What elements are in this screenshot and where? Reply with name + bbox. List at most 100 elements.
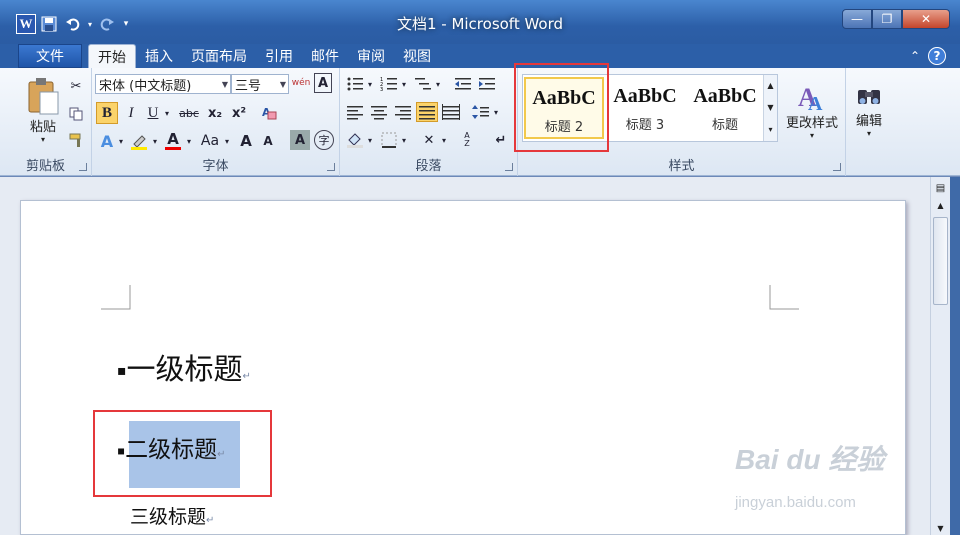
decrease-indent-icon[interactable] bbox=[452, 74, 474, 94]
justify-icon[interactable] bbox=[416, 102, 438, 122]
change-styles-button[interactable]: AA 更改样式 ▾ bbox=[782, 72, 842, 148]
heading-1-text: 一级标题 bbox=[126, 352, 243, 386]
tab-mailings[interactable]: 邮件 bbox=[302, 44, 348, 68]
gallery-more-icon[interactable]: ▾ bbox=[764, 119, 777, 141]
group-editing: 编辑 ▾ bbox=[846, 68, 892, 176]
clear-formatting-icon[interactable]: A bbox=[258, 102, 280, 124]
editing-button[interactable]: 编辑 ▾ bbox=[850, 72, 888, 148]
help-icon[interactable]: ? bbox=[928, 47, 946, 65]
scroll-down-icon[interactable]: ▼ bbox=[931, 524, 950, 533]
scroll-thumb[interactable] bbox=[933, 217, 948, 305]
font-size-select[interactable]: 三号 ▼ bbox=[231, 74, 289, 94]
svg-text:3: 3 bbox=[380, 87, 383, 92]
font-color-letter: A bbox=[167, 130, 179, 148]
font-name-select[interactable]: 宋体 (中文标题) ▼ bbox=[95, 74, 231, 94]
bold-button[interactable]: B bbox=[96, 102, 118, 124]
chevron-down-icon[interactable]: ▾ bbox=[400, 74, 408, 94]
minimize-button[interactable]: — bbox=[842, 9, 872, 29]
style-item-heading-3[interactable]: AaBbC 标题 3 bbox=[605, 77, 685, 139]
heading-1-line[interactable]: ▪一级标题↵ bbox=[117, 346, 251, 388]
maximize-button[interactable]: ❐ bbox=[872, 9, 902, 29]
grow-font-button[interactable]: A bbox=[236, 130, 256, 152]
chevron-down-icon[interactable]: ▾ bbox=[116, 130, 126, 152]
chevron-down-icon[interactable]: ▾ bbox=[184, 130, 194, 152]
align-left-icon[interactable] bbox=[344, 102, 366, 122]
highlight-color-icon[interactable] bbox=[128, 130, 150, 152]
increase-indent-icon[interactable] bbox=[476, 74, 498, 94]
tab-insert[interactable]: 插入 bbox=[136, 44, 182, 68]
chevron-down-icon: ▼ bbox=[221, 80, 228, 89]
sort-icon[interactable]: AZ bbox=[456, 130, 478, 150]
character-shading-button[interactable]: A bbox=[290, 130, 310, 150]
paragraph-mark-icon: ↵ bbox=[242, 371, 251, 382]
multilevel-list-icon[interactable] bbox=[412, 74, 434, 94]
italic-button[interactable]: I bbox=[122, 102, 140, 124]
clipboard-launcher-icon[interactable] bbox=[79, 163, 87, 171]
tab-view[interactable]: 视图 bbox=[394, 44, 440, 68]
change-case-button[interactable]: Aa bbox=[198, 130, 222, 152]
tab-file[interactable]: 文件 bbox=[18, 44, 82, 68]
strikethrough-button[interactable]: abc bbox=[176, 102, 202, 124]
tab-page-layout[interactable]: 页面布局 bbox=[182, 44, 256, 68]
close-button[interactable]: ✕ bbox=[902, 9, 950, 29]
chevron-down-icon[interactable]: ▾ bbox=[366, 130, 374, 150]
style-item-title[interactable]: AaBbC 标题 bbox=[685, 77, 765, 139]
format-painter-icon[interactable] bbox=[66, 130, 86, 150]
chevron-down-icon[interactable]: ▾ bbox=[150, 130, 160, 152]
character-border-icon[interactable]: A bbox=[314, 73, 332, 93]
font-launcher-icon[interactable] bbox=[327, 163, 335, 171]
font-color-icon[interactable]: A bbox=[162, 130, 184, 152]
chevron-down-icon[interactable]: ▾ bbox=[434, 74, 442, 94]
chevron-down-icon[interactable]: ▾ bbox=[492, 102, 500, 122]
window-controls: — ❐ ✕ bbox=[842, 9, 950, 29]
show-marks-icon[interactable]: ↵ bbox=[490, 130, 512, 150]
cut-icon[interactable]: ✂ bbox=[66, 76, 86, 96]
line-spacing-icon[interactable] bbox=[470, 102, 492, 122]
tab-review[interactable]: 审阅 bbox=[348, 44, 394, 68]
underline-button[interactable]: U bbox=[144, 102, 162, 124]
scroll-up-icon[interactable]: ▲ bbox=[931, 201, 950, 215]
superscript-button[interactable]: x² bbox=[228, 102, 250, 124]
scroll-up-icon[interactable]: ▲ bbox=[764, 75, 777, 97]
borders-icon[interactable] bbox=[378, 130, 400, 150]
wen-phonetic-icon[interactable]: wén bbox=[292, 73, 311, 93]
scroll-down-icon[interactable]: ▼ bbox=[764, 97, 777, 119]
copy-icon[interactable] bbox=[66, 104, 86, 124]
heading-3-line[interactable]: 三级标题↵ bbox=[130, 502, 214, 529]
chevron-down-icon[interactable]: ▾ bbox=[440, 130, 448, 150]
tab-row-right: ⌃ ? bbox=[910, 47, 946, 65]
styles-group-label: 样式 bbox=[668, 159, 695, 174]
numbering-icon[interactable]: 123 bbox=[378, 74, 400, 94]
tab-home[interactable]: 开始 bbox=[88, 44, 136, 68]
chevron-down-icon: ▾ bbox=[866, 129, 871, 138]
watermark-url: jingyan.baidu.com bbox=[735, 494, 856, 511]
chinese-layout-icon[interactable]: ✕ bbox=[418, 130, 440, 150]
bullets-icon[interactable] bbox=[344, 74, 366, 94]
shrink-font-button[interactable]: A bbox=[258, 130, 278, 152]
paste-button[interactable]: 粘贴 ▾ bbox=[22, 72, 64, 148]
styles-launcher-icon[interactable] bbox=[833, 163, 841, 171]
align-right-icon[interactable] bbox=[392, 102, 414, 122]
chevron-down-icon[interactable]: ▾ bbox=[400, 130, 408, 150]
gallery-scroll[interactable]: ▲ ▼ ▾ bbox=[763, 75, 777, 141]
tab-references[interactable]: 引用 bbox=[256, 44, 302, 68]
paragraph-group-label: 段落 bbox=[415, 159, 442, 174]
align-center-icon[interactable] bbox=[368, 102, 390, 122]
chevron-down-icon[interactable]: ▾ bbox=[366, 74, 374, 94]
paragraph-launcher-icon[interactable] bbox=[505, 163, 513, 171]
enclose-character-icon[interactable]: 字 bbox=[314, 130, 334, 150]
minimize-ribbon-icon[interactable]: ⌃ bbox=[910, 49, 920, 63]
shading-icon[interactable] bbox=[344, 130, 366, 150]
chevron-down-icon[interactable]: ▾ bbox=[162, 102, 172, 124]
ruler-toggle-icon[interactable]: ▤ bbox=[931, 177, 950, 201]
bullet-marker: ▪ bbox=[117, 363, 127, 379]
margin-corner-right bbox=[769, 285, 799, 310]
chevron-down-icon: ▼ bbox=[279, 80, 286, 89]
editing-label: 编辑 bbox=[855, 114, 882, 129]
vertical-scrollbar[interactable]: ▤ ▲ ▼ bbox=[930, 177, 950, 535]
subscript-button[interactable]: x₂ bbox=[204, 102, 226, 124]
chevron-down-icon[interactable]: ▾ bbox=[222, 130, 232, 152]
font-name-value: 宋体 (中文标题) bbox=[99, 78, 192, 94]
distributed-icon[interactable] bbox=[440, 102, 462, 122]
text-effects-icon[interactable]: A bbox=[96, 130, 118, 152]
